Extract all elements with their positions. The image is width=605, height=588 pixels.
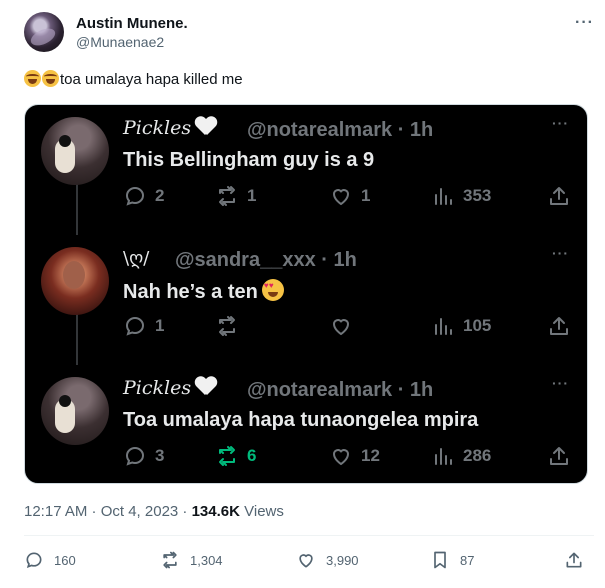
reply-action: 2 [123,183,164,209]
reply-icon [125,446,145,466]
share-icon [550,317,568,335]
retweet-icon [163,551,177,569]
tweet-meta: 12:17 AM · Oct 4, 2023 · 134.6K Views [24,503,284,520]
handle: @sandra__xxx · 1h [175,249,357,271]
heart-icon [332,319,350,336]
retweet-count: 1,304 [190,552,223,568]
action-bar: 1 105 [123,313,573,339]
reply-count: 160 [54,552,76,568]
tweet-media-image[interactable]: Pickles @notarealmark · 1h ··· This Bell… [24,104,588,484]
retweet-icon [219,186,235,206]
reply-action: 3 [123,443,164,469]
rolling-laughing-emoji-icon [42,70,59,87]
quoted-tweet: Pickles @notarealmark · 1h ··· This Bell… [25,111,587,231]
display-name: \ღ/ [123,248,150,269]
reply-icon [125,316,145,336]
share-action [547,183,579,209]
reply-icon [125,186,145,206]
retweet-action: 1 [215,183,256,209]
tweet-text: Toa umalaya hapa tunaongelea mpira [123,409,479,431]
heart-icon [332,189,350,206]
timestamp[interactable]: 12:17 AM · Oct 4, 2023 · [24,503,192,520]
display-name: Pickles [123,377,217,399]
reply-button[interactable]: 160 [24,550,76,570]
share-action [547,313,579,339]
view-count: 134.6K [191,503,240,520]
tweet-action-bar: 160 1,304 3,990 87 [24,550,594,576]
views-action: 105 [431,313,491,339]
tweet-text: toa umalaya hapa killed me [24,70,243,88]
like-button[interactable]: 3,990 [296,550,359,570]
author-name[interactable]: Austin Munene. [76,15,188,32]
like-action [329,313,361,339]
bookmark-icon [434,551,446,569]
views-icon [435,188,452,205]
white-heart-icon [195,117,217,137]
rolling-laughing-emoji-icon [24,70,41,87]
action-bar: 2 1 1 353 [123,183,573,209]
more-options-icon: ··· [552,245,569,261]
more-options-icon: ··· [552,375,569,391]
tweet-text: This Bellingham guy is a 9 [123,149,375,171]
bookmark-button[interactable]: 87 [430,550,474,570]
share-icon [550,447,568,465]
views-icon [435,318,452,335]
bookmark-count: 87 [460,552,475,568]
action-bar: 3 6 12 286 [123,443,573,469]
views-action: 353 [431,183,491,209]
tweet-text: Nah he’s a ten [123,279,284,304]
views-icon [435,448,452,465]
like-count: 3,990 [326,552,359,568]
avatar [41,377,109,445]
heart-eyes-emoji-icon [261,279,284,301]
like-action: 1 [329,183,370,209]
retweet-icon [219,316,235,336]
reply-action: 1 [123,313,164,339]
retweet-icon [219,446,235,466]
reply-icon [26,552,42,569]
author-handle[interactable]: @Munaenae2 [76,34,164,50]
author-avatar[interactable] [24,12,64,52]
like-action: 12 [329,443,380,469]
share-icon [566,552,582,568]
avatar [41,117,109,185]
heart-icon [332,449,350,466]
views-action: 286 [431,443,491,469]
share-icon [550,187,568,205]
more-options-icon[interactable]: ··· [575,14,594,32]
handle: @notarealmark · 1h [247,379,434,401]
display-name: Pickles [123,117,217,139]
share-button[interactable] [564,550,594,570]
retweet-action: 6 [215,443,256,469]
retweet-button[interactable]: 1,304 [160,550,223,570]
divider [24,535,594,536]
handle: @notarealmark · 1h [247,119,434,141]
quoted-tweet: \ღ/ @sandra__xxx · 1h ··· Nah he’s a ten… [25,241,587,361]
heart-icon [299,554,313,568]
avatar [41,247,109,315]
tweet-body: toa umalaya hapa killed me [60,71,243,88]
tweet-header: Austin Munene. @Munaenae2 ··· [24,10,594,60]
share-action [547,443,579,469]
white-heart-icon [195,377,217,397]
quoted-tweet: Pickles @notarealmark · 1h ··· Toa umala… [25,371,587,483]
more-options-icon: ··· [552,115,569,131]
retweet-action [215,313,247,339]
